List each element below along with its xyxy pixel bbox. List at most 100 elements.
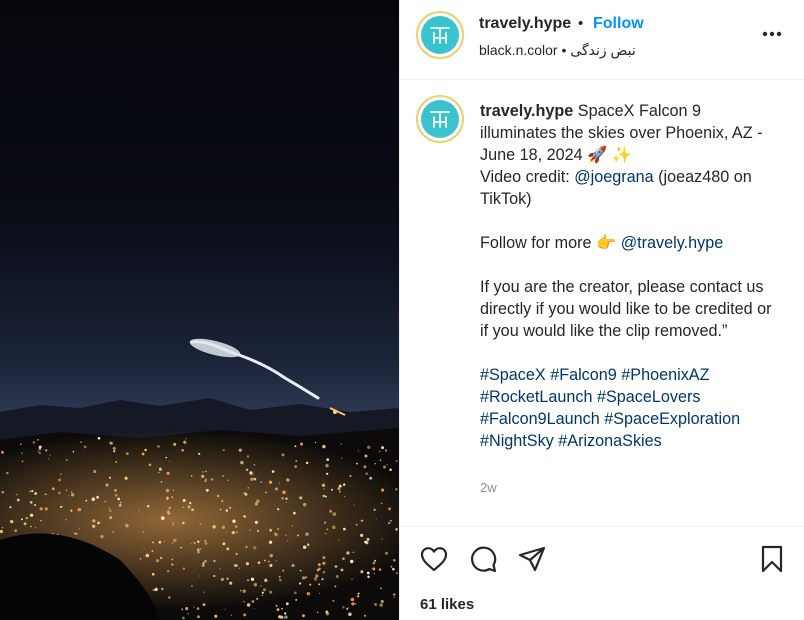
city-light: [232, 519, 236, 523]
city-light: [351, 602, 355, 606]
city-light: [326, 528, 329, 531]
city-light: [96, 495, 100, 499]
post-timestamp[interactable]: 2w: [480, 480, 497, 495]
city-light: [251, 600, 255, 603]
city-light: [315, 574, 319, 578]
city-light: [93, 469, 97, 474]
city-light: [199, 548, 202, 550]
city-light: [138, 509, 140, 511]
follow-handle-link[interactable]: @travely.hype: [621, 234, 724, 252]
city-light: [6, 471, 9, 475]
like-button[interactable]: [418, 543, 450, 575]
city-light: [387, 521, 391, 525]
city-light: [78, 528, 80, 530]
city-light: [182, 616, 185, 620]
hashtags[interactable]: #SpaceX #Falcon9 #PhoenixAZ #RocketLaunc…: [480, 364, 780, 452]
city-light: [379, 603, 383, 607]
city-light: [278, 482, 280, 484]
city-light: [220, 577, 225, 582]
city-light: [152, 541, 154, 544]
avatar-logo: [421, 100, 459, 138]
city-light: [44, 449, 48, 452]
more-dots-icon: [762, 31, 782, 37]
city-light: [274, 532, 278, 537]
city-light: [1, 490, 5, 494]
audio-attribution[interactable]: black.n.color • نبض زندگی: [479, 42, 636, 59]
save-button[interactable]: [756, 543, 788, 575]
more-options-button[interactable]: [760, 22, 784, 46]
city-light: [269, 563, 273, 568]
city-light: [229, 581, 233, 585]
city-light: [282, 569, 285, 572]
city-light: [340, 443, 342, 445]
city-light: [119, 501, 122, 504]
city-light: [295, 460, 298, 463]
audio-separator: •: [561, 42, 567, 58]
city-light: [252, 546, 257, 550]
caption-username[interactable]: travely.hype: [480, 102, 573, 120]
city-light: [332, 599, 335, 602]
city-light: [275, 560, 277, 562]
city-light: [313, 577, 318, 581]
post-media[interactable]: [0, 0, 399, 620]
city-light: [322, 494, 326, 498]
city-light: [187, 612, 190, 615]
city-light: [274, 487, 278, 491]
city-light: [317, 563, 321, 567]
city-light: [364, 540, 367, 544]
city-light: [325, 464, 329, 468]
city-light: [337, 487, 341, 491]
city-light: [185, 438, 187, 440]
city-light: [253, 463, 256, 466]
city-light: [32, 441, 36, 444]
city-light: [372, 561, 376, 565]
city-light: [212, 525, 216, 529]
city-light: [268, 540, 273, 544]
city-light: [202, 603, 206, 606]
city-light: [380, 599, 384, 604]
city-light: [51, 487, 55, 491]
city-light: [1, 527, 4, 529]
city-light: [235, 531, 238, 534]
city-light: [25, 516, 28, 520]
post-username[interactable]: travely.hype: [479, 15, 571, 33]
city-light: [285, 534, 287, 536]
city-light: [29, 513, 34, 517]
city-light: [375, 518, 377, 520]
city-light: [369, 476, 373, 480]
city-light: [158, 540, 162, 544]
city-light: [245, 562, 249, 566]
city-light: [219, 568, 221, 570]
city-light: [343, 527, 346, 531]
caption-text: travely.hype SpaceX Falcon 9 illuminates…: [480, 100, 780, 452]
profile-avatar[interactable]: [416, 11, 464, 59]
city-light: [285, 501, 287, 503]
likes-count[interactable]: 61 likes: [420, 596, 474, 613]
city-light: [386, 463, 388, 465]
city-light: [30, 525, 32, 528]
city-light: [181, 608, 184, 611]
city-light: [160, 556, 163, 560]
comment-button[interactable]: [467, 543, 499, 575]
city-light: [349, 559, 354, 564]
city-light: [70, 491, 73, 493]
city-light: [109, 441, 113, 445]
city-light: [263, 559, 266, 562]
city-light: [389, 519, 392, 522]
city-light: [282, 490, 286, 495]
city-light: [346, 551, 350, 555]
city-light: [172, 489, 174, 492]
city-light: [60, 473, 62, 475]
caption-avatar[interactable]: [416, 95, 464, 143]
city-light: [109, 516, 113, 520]
city-light: [265, 578, 267, 580]
credit-handle-link[interactable]: @joegrana: [574, 168, 653, 186]
share-button[interactable]: [516, 543, 548, 575]
city-light: [124, 476, 128, 480]
city-light: [113, 488, 117, 492]
city-light: [355, 523, 358, 526]
follow-button[interactable]: Follow: [593, 15, 644, 33]
city-light: [166, 471, 170, 475]
city-light: [213, 559, 216, 563]
city-light: [374, 559, 377, 562]
